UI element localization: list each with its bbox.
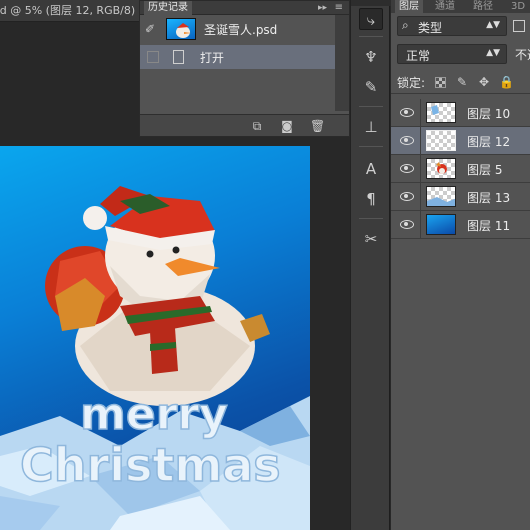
- artwork-text-christmas: Christmas: [20, 438, 281, 492]
- layers-panel: 图层 通道 路径 3D ⌕ 类型 ▲▼ 正常 ▲▼ 不透 锁定: ✎ ✥ 🔒: [391, 0, 530, 530]
- canvas-artwork[interactable]: merry Christmas: [0, 146, 310, 530]
- history-brush-source-icon[interactable]: ✐: [145, 22, 159, 36]
- layer-name: 图层 11: [467, 219, 511, 233]
- layer-thumb-art: [427, 197, 455, 206]
- history-state-name: 打开: [200, 51, 225, 65]
- state-checkbox[interactable]: [147, 51, 159, 63]
- layer-name: 图层 5: [467, 163, 503, 177]
- blend-mode-value: 正常: [406, 49, 431, 63]
- brush-presets-icon[interactable]: ✎: [359, 76, 383, 98]
- eye-icon[interactable]: [400, 163, 414, 173]
- history-brush-icon[interactable]: ⤷: [359, 8, 383, 30]
- history-scrollbar[interactable]: [335, 15, 349, 111]
- divider: [420, 99, 421, 127]
- layer-thumbnail: [426, 130, 456, 151]
- layer-row[interactable]: 图层 11: [391, 211, 530, 239]
- tool-presets-icon[interactable]: ✂: [359, 228, 383, 250]
- eye-icon[interactable]: [400, 219, 414, 229]
- snapshot-thumbnail: [166, 18, 196, 40]
- collapse-panel-icon[interactable]: ▸▸: [318, 1, 327, 15]
- layer-thumb-art: [436, 162, 447, 174]
- eye-icon[interactable]: [400, 135, 414, 145]
- history-tab[interactable]: 历史记录: [144, 1, 192, 15]
- tab-3d[interactable]: 3D: [507, 0, 529, 13]
- tool-divider: [359, 36, 383, 37]
- artwork-text-merry: merry: [80, 389, 228, 440]
- layer-thumbnail: [426, 214, 456, 235]
- divider: [420, 211, 421, 239]
- pixel-layer-filter-icon[interactable]: [513, 20, 525, 32]
- snapshot-thumb-art: [176, 23, 191, 38]
- layer-thumb-art: [431, 105, 439, 115]
- layer-name: 图层 10: [467, 107, 511, 121]
- panel-menu-icon[interactable]: ≡: [335, 1, 343, 15]
- tab-channels[interactable]: 通道: [431, 0, 459, 13]
- layer-thumbnail: [426, 186, 456, 207]
- document-tab[interactable]: sd @ 5% (图层 12, RGB/8): [0, 0, 140, 22]
- tab-layers[interactable]: 图层: [395, 0, 423, 13]
- panel-dock-strip: ⤷ ♆ ✎ ⊥ A ¶ ✂: [350, 0, 391, 530]
- divider: [420, 155, 421, 183]
- history-tabbar: 历史记录 ▸▸ ≡: [140, 1, 349, 15]
- layer-row[interactable]: 图层 13: [391, 183, 530, 211]
- divider: [420, 183, 421, 211]
- history-footer: ⧉ ◙ 🗑: [140, 114, 349, 136]
- dock-grip[interactable]: [351, 0, 391, 6]
- layer-row[interactable]: 图层 12: [391, 127, 530, 155]
- snowman-illustration: merry Christmas: [0, 186, 310, 530]
- lock-transparent-pixels-icon[interactable]: [435, 77, 446, 88]
- paragraph-icon[interactable]: ¶: [359, 188, 383, 210]
- character-icon[interactable]: A: [359, 158, 383, 180]
- camera-icon[interactable]: ◙: [280, 119, 294, 133]
- layer-name: 图层 13: [467, 191, 511, 205]
- layer-filter-row: ⌕ 类型 ▲▼: [391, 14, 530, 38]
- layer-thumbnail: [426, 158, 456, 179]
- tab-paths[interactable]: 路径: [469, 0, 497, 13]
- lock-label: 锁定:: [397, 76, 426, 90]
- tool-divider: [359, 106, 383, 107]
- snapshot-name: 圣诞雪人.psd: [204, 23, 278, 37]
- lock-all-icon[interactable]: 🔒: [499, 75, 514, 89]
- layer-thumbnail: [426, 102, 456, 123]
- chevron-down-icon: ▲▼: [486, 20, 500, 30]
- history-state-row[interactable]: 打开: [140, 45, 335, 69]
- document-icon: [173, 50, 184, 64]
- history-panel: 历史记录 ▸▸ ≡ ✐ 圣诞雪人.psd 打开 ⧉ ◙ 🗑: [139, 0, 350, 137]
- lock-position-icon[interactable]: ✥: [477, 75, 491, 89]
- layer-row[interactable]: 图层 10: [391, 99, 530, 127]
- layer-name: 图层 12: [467, 135, 511, 149]
- brush-settings-icon[interactable]: ♆: [359, 46, 383, 68]
- eye-icon[interactable]: [400, 191, 414, 201]
- new-document-from-state-icon[interactable]: ⧉: [250, 119, 264, 133]
- search-icon: ⌕: [402, 18, 409, 32]
- layer-filter-select[interactable]: ⌕ 类型 ▲▼: [397, 16, 507, 36]
- blend-mode-select[interactable]: 正常 ▲▼: [397, 44, 507, 64]
- layer-row[interactable]: 图层 5: [391, 155, 530, 183]
- lock-row: 锁定: ✎ ✥ 🔒: [391, 70, 530, 94]
- document-tab-title: sd @ 5% (图层 12, RGB/8): [0, 4, 136, 17]
- opacity-label: 不透: [515, 48, 530, 62]
- tool-divider: [359, 218, 383, 219]
- trash-icon[interactable]: 🗑: [310, 119, 325, 133]
- divider: [420, 127, 421, 155]
- layer-filter-value: 类型: [418, 21, 443, 35]
- history-snapshot-row[interactable]: ✐ 圣诞雪人.psd: [140, 15, 349, 43]
- eye-icon[interactable]: [400, 107, 414, 117]
- tool-divider: [359, 146, 383, 147]
- layers-tabbar: 图层 通道 路径 3D: [391, 0, 530, 13]
- clone-source-icon[interactable]: ⊥: [359, 116, 383, 138]
- blend-mode-row: 正常 ▲▼ 不透: [391, 42, 530, 66]
- chevron-down-icon: ▲▼: [486, 48, 500, 58]
- lock-image-pixels-icon[interactable]: ✎: [455, 75, 469, 89]
